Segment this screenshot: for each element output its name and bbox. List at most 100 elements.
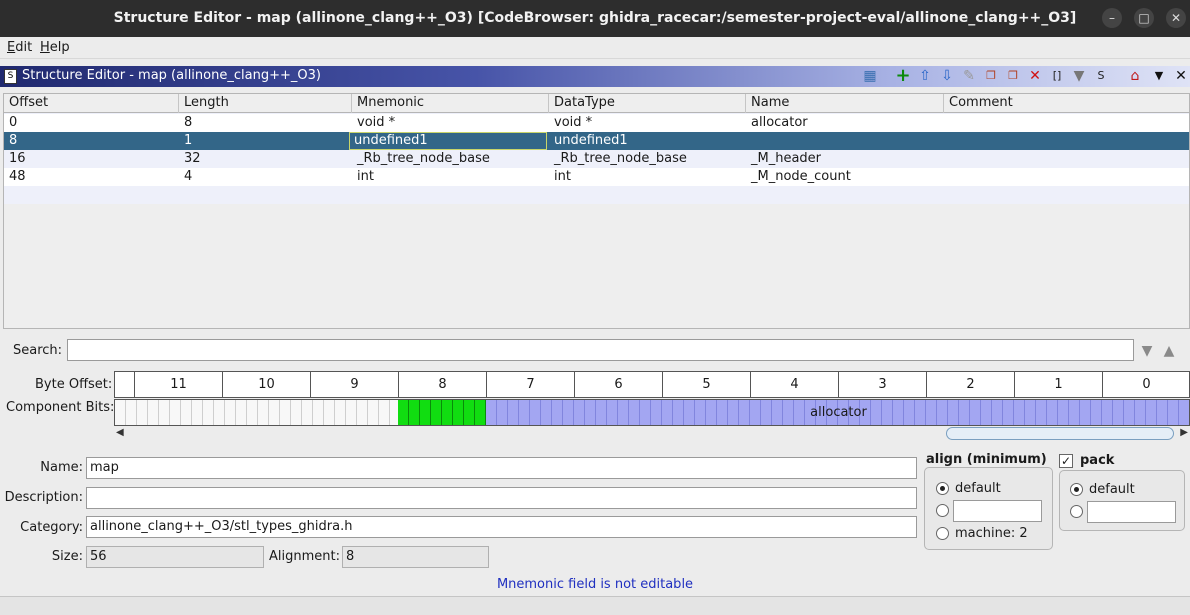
cell-datatype[interactable]: int [549, 168, 571, 186]
alignment-field[interactable]: 8 [342, 546, 489, 568]
cell-mnemonic[interactable]: void * [352, 114, 395, 132]
cell-comment[interactable] [944, 132, 949, 150]
menu-help[interactable]: Help [40, 40, 70, 55]
search-input[interactable] [67, 339, 1134, 361]
array-icon[interactable]: [] [1048, 67, 1066, 85]
column-mnemonic[interactable]: Mnemonic [352, 94, 549, 113]
move-down-icon[interactable]: ⇩ [938, 67, 956, 85]
minimize-button[interactable]: – [1102, 8, 1122, 28]
save-icon[interactable]: ▦ [861, 67, 879, 85]
duplicate-multiple-icon[interactable]: ❐ [1004, 67, 1022, 85]
cell-offset[interactable]: 8 [4, 132, 17, 150]
table-empty-area[interactable] [4, 204, 1189, 328]
cell-datatype[interactable]: _Rb_tree_node_base [549, 150, 687, 168]
cell-length[interactable]: 32 [179, 150, 201, 168]
size-field[interactable]: 56 [86, 546, 264, 568]
cell-offset[interactable]: 0 [4, 114, 17, 132]
table-row[interactable]: 48 4 int int _M_node_count [4, 168, 1189, 186]
category-label: Category: [20, 520, 83, 535]
cell-offset[interactable]: 48 [4, 168, 26, 186]
cell-mnemonic[interactable]: int [352, 168, 374, 186]
cell-datatype[interactable]: undefined1 [549, 132, 628, 150]
align-default-radio[interactable] [936, 482, 949, 495]
category-field[interactable]: allinone_clang++_O3/stl_types_ghidra.h [86, 516, 917, 538]
status-message: Mnemonic field is not editable [496, 577, 694, 592]
scroll-left-icon[interactable]: ◀ [116, 427, 124, 438]
align-group: default machine: 2 [924, 467, 1053, 550]
search-next-icon[interactable]: ▼ [1138, 342, 1156, 360]
maximize-button[interactable]: □ [1134, 8, 1154, 28]
component-bits-view[interactable]: allocator [114, 399, 1190, 426]
align-machine-radio[interactable] [936, 527, 949, 540]
bits-undefined1-component[interactable] [398, 400, 486, 425]
byte-offset-cell: 3 [838, 372, 926, 397]
search-previous-icon[interactable]: ▲ [1160, 342, 1178, 360]
byte-offset-cell: 4 [750, 372, 838, 397]
byte-offset-ruler: 11 10 9 8 7 6 5 4 3 2 1 0 [114, 371, 1190, 398]
column-comment[interactable]: Comment [944, 94, 1190, 113]
table-row[interactable]: 16 32 _Rb_tree_node_base _Rb_tree_node_b… [4, 150, 1189, 168]
table-row-empty[interactable] [4, 186, 1189, 204]
byte-offset-cell: 2 [926, 372, 1014, 397]
bits-undefined-padding[interactable] [115, 400, 398, 425]
cell-datatype[interactable]: void * [549, 114, 592, 132]
delete-icon[interactable]: ✕ [1026, 67, 1044, 85]
bitview-horizontal-scrollbar[interactable]: ◀ ▶ [114, 427, 1190, 441]
size-label: Size: [51, 549, 83, 564]
cell-mnemonic[interactable]: _Rb_tree_node_base [352, 150, 490, 168]
move-up-icon[interactable]: ⇧ [916, 67, 934, 85]
window-title: Structure Editor - map (allinone_clang++… [113, 10, 1077, 26]
column-offset[interactable]: Offset [4, 94, 179, 113]
cell-name[interactable]: allocator [746, 114, 808, 132]
byte-offset-cell: 11 [134, 372, 222, 397]
cell-name[interactable]: _M_header [746, 150, 821, 168]
cell-name[interactable]: _M_node_count [746, 168, 851, 186]
cell-comment[interactable] [944, 150, 949, 168]
name-field[interactable]: map [86, 457, 917, 479]
byte-offset-cell: 6 [574, 372, 662, 397]
cell-offset[interactable]: 16 [4, 150, 26, 168]
clear-icon[interactable]: ✎ [960, 67, 978, 85]
chevron-down-icon[interactable]: ▼ [1150, 67, 1168, 85]
table-row-selected[interactable]: 8 1 undefined1 undefined1 [4, 132, 1189, 150]
duplicate-icon[interactable]: ❐ [982, 67, 1000, 85]
unpackage-icon[interactable]: S [1092, 67, 1110, 85]
search-label: Search: [13, 343, 63, 358]
window-titlebar: Structure Editor - map (allinone_clang++… [0, 0, 1190, 37]
pack-default-label: default [1089, 482, 1135, 497]
column-datatype[interactable]: DataType [549, 94, 746, 113]
scrollbar-thumb[interactable] [946, 427, 1174, 440]
menu-edit[interactable]: Edit [7, 40, 32, 55]
menu-help-mnemonic: H [40, 40, 50, 55]
cell-comment[interactable] [944, 168, 949, 186]
table-header: Offset Length Mnemonic DataType Name Com… [4, 94, 1189, 113]
close-panel-icon[interactable]: ✕ [1172, 67, 1190, 85]
column-name[interactable]: Name [746, 94, 944, 113]
add-component-icon[interactable]: + [894, 67, 912, 85]
table-row[interactable]: 0 8 void * void * allocator [4, 114, 1189, 132]
align-custom-radio[interactable] [936, 504, 949, 517]
align-custom-field[interactable] [953, 500, 1042, 522]
scroll-right-icon[interactable]: ▶ [1180, 427, 1188, 438]
cell-length[interactable]: 8 [179, 114, 192, 132]
pointer-icon[interactable]: ▼ [1070, 67, 1088, 85]
pack-custom-radio[interactable] [1070, 505, 1083, 518]
bits-allocator-component[interactable]: allocator [486, 400, 1189, 425]
cell-length[interactable]: 1 [179, 132, 192, 150]
pack-default-radio[interactable] [1070, 483, 1083, 496]
close-window-button[interactable]: ✕ [1166, 8, 1186, 28]
cell-comment[interactable] [944, 114, 949, 132]
cell-mnemonic-focused[interactable]: undefined1 [349, 132, 547, 150]
cell-name[interactable] [746, 132, 751, 150]
cell-length[interactable]: 4 [179, 168, 192, 186]
align-default-label: default [955, 481, 1001, 496]
pack-title: pack [1080, 453, 1115, 468]
pack-checkbox[interactable]: ✓ [1059, 454, 1073, 468]
structure-icon: S [4, 69, 17, 84]
pack-custom-field[interactable] [1087, 501, 1176, 523]
home-icon[interactable]: ⌂ [1126, 67, 1144, 85]
menu-bar: Edit Help [0, 37, 1190, 59]
description-field[interactable] [86, 487, 917, 509]
byte-offset-cell: 7 [486, 372, 574, 397]
column-length[interactable]: Length [179, 94, 352, 113]
